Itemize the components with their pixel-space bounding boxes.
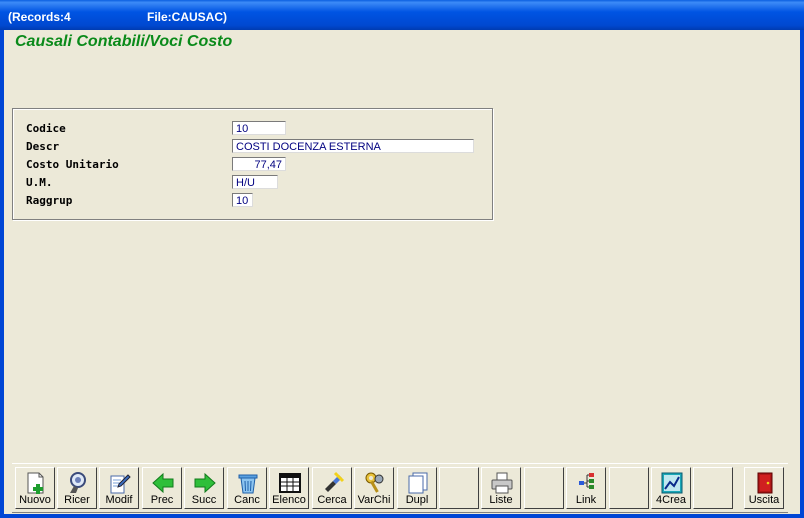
varchi-button[interactable]: VarChi [354, 467, 394, 509]
link-button[interactable]: Link [566, 467, 606, 509]
modif-label: Modif [105, 494, 133, 506]
uscita-label: Uscita [748, 494, 780, 506]
um-field[interactable]: H/U [232, 175, 278, 189]
empty-slot-1[interactable] [439, 467, 479, 509]
raggrup-field[interactable]: 10 [232, 193, 253, 207]
um-label: U.M. [26, 176, 53, 189]
arrow-right-icon [194, 472, 216, 494]
liste-button[interactable]: Liste [481, 467, 521, 509]
dupl-button[interactable]: Dupl [397, 467, 437, 509]
duplicate-icon [408, 472, 428, 494]
new-document-icon [27, 472, 44, 494]
empty-slot-4[interactable] [693, 467, 733, 509]
uscita-button[interactable]: Uscita [744, 467, 784, 509]
canc-button[interactable]: Canc [227, 467, 267, 509]
ricer-label: Ricer [64, 494, 90, 506]
crea-button[interactable]: 4Crea [651, 467, 691, 509]
descr-field[interactable]: COSTI DOCENZA ESTERNA [232, 139, 474, 153]
cerca-button[interactable]: Cerca [312, 467, 352, 509]
crea-label: 4Crea [656, 494, 686, 506]
raggrup-label: Raggrup [26, 194, 73, 207]
codice-label: Codice [26, 122, 66, 135]
form-title: Causali Contabili/Voci Costo [15, 33, 233, 50]
modif-button[interactable]: Modif [99, 467, 139, 509]
magnifier-icon [70, 472, 86, 493]
descr-label: Descr [26, 140, 60, 153]
arrow-left-icon [152, 472, 174, 494]
window-titlebar[interactable]: (Records:4 File:CAUSAC) [0, 0, 804, 30]
bottom-toolbar: Nuovo Ricer Modif Prec Succ Canc Elenco … [12, 463, 788, 513]
elenco-label: Elenco [272, 494, 306, 506]
printer-icon [491, 472, 513, 494]
client-area [4, 30, 800, 514]
records-count: (Records:4 [8, 10, 71, 24]
window-frame-right [800, 30, 804, 518]
costo-unitario-label: Costo Unitario [26, 158, 119, 171]
file-name: File:CAUSAC) [147, 10, 227, 24]
costo-unitario-field[interactable]: 77,47 [232, 157, 286, 171]
empty-slot-2[interactable] [524, 467, 564, 509]
nuovo-button[interactable]: Nuovo [15, 467, 55, 509]
window-frame-bottom [0, 514, 804, 518]
dupl-label: Dupl [405, 494, 429, 506]
ricer-button[interactable]: Ricer [57, 467, 97, 509]
varchi-label: VarChi [357, 494, 391, 506]
table-list-icon [279, 473, 301, 493]
edit-document-icon [110, 474, 131, 494]
succ-button[interactable]: Succ [184, 467, 224, 509]
prec-button[interactable]: Prec [142, 467, 182, 509]
exit-door-icon [757, 472, 773, 494]
succ-label: Succ [191, 494, 217, 506]
link-tree-icon [579, 473, 594, 489]
trash-icon [238, 474, 258, 494]
link-label: Link [575, 494, 597, 506]
keys-icon [365, 472, 384, 493]
empty-slot-3[interactable] [609, 467, 649, 509]
liste-label: Liste [489, 494, 513, 506]
cerca-label: Cerca [317, 494, 347, 506]
flashlight-icon [325, 471, 345, 492]
canc-label: Canc [234, 494, 260, 506]
prec-label: Prec [150, 494, 174, 506]
codice-field[interactable]: 10 [232, 121, 286, 135]
elenco-button[interactable]: Elenco [269, 467, 309, 509]
chart-create-icon [661, 472, 683, 494]
nuovo-label: Nuovo [19, 494, 51, 506]
